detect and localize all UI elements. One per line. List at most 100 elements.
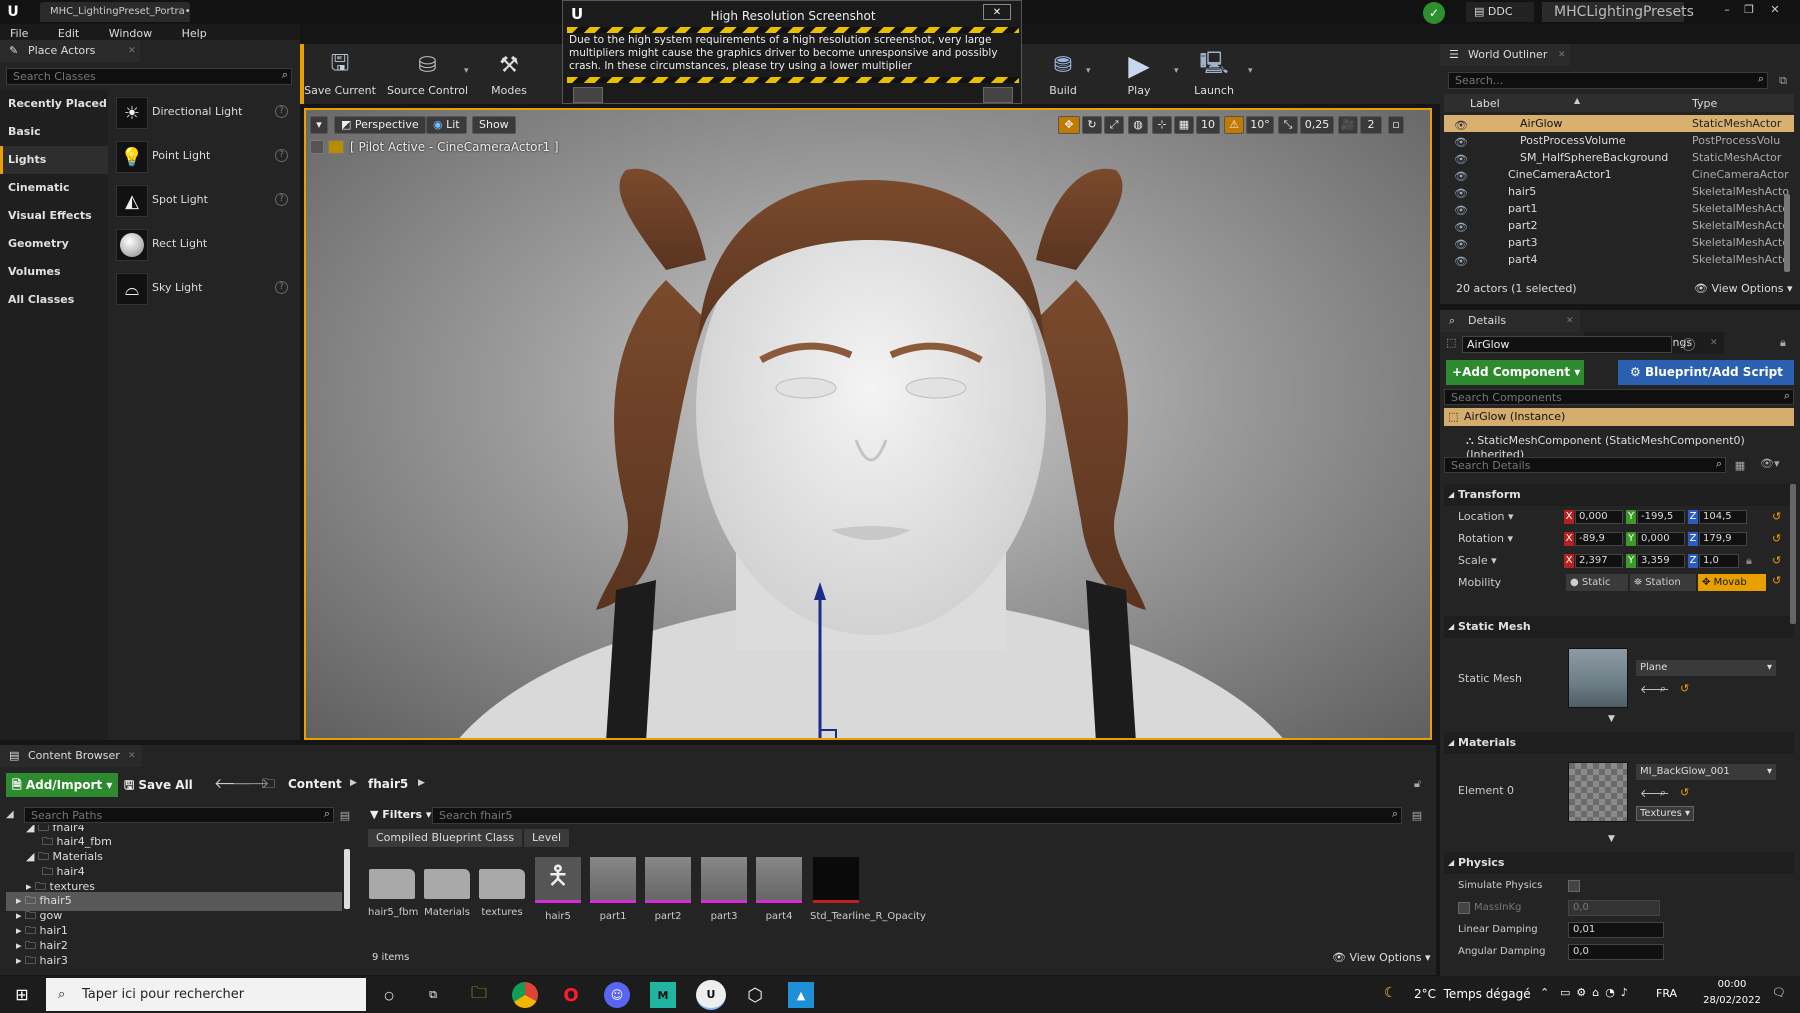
static-mesh-dropdown[interactable]: Plane ▾	[1636, 660, 1776, 676]
notification-icon[interactable]: 🗨	[1772, 986, 1786, 999]
lock-icon[interactable]: 🔓︎	[1414, 777, 1421, 791]
weather-text[interactable]: 2°C Temps dégagé	[1414, 987, 1531, 1001]
source-control-status-icon[interactable]: ✓	[1423, 2, 1445, 24]
details-tab[interactable]: ⌕ Details ✕	[1440, 310, 1580, 332]
blueprint-add-script-button[interactable]: ⚙ Blueprint/Add Script	[1618, 360, 1794, 385]
help-icon[interactable]: ?	[1682, 338, 1695, 351]
document-tab[interactable]: MHC_LightingPreset_Portra•	[40, 2, 191, 22]
cube-app-icon[interactable]: ⬡	[742, 982, 768, 1008]
property-matrix-icon[interactable]: ▦	[1730, 457, 1750, 473]
reset-mobility-icon[interactable]: ↺	[1772, 574, 1781, 587]
outliner-scrollbar[interactable]	[1784, 194, 1790, 272]
outliner-search-input[interactable]	[1448, 72, 1768, 89]
details-search[interactable]: ⌕	[1444, 457, 1726, 473]
component-search[interactable]: ⌕	[1444, 389, 1794, 405]
dialog-left-icon[interactable]	[573, 87, 603, 103]
filters-button[interactable]: ▼ Filters ▾	[370, 807, 431, 823]
category-all-classes[interactable]: All Classes	[0, 286, 108, 314]
tab-close-icon[interactable]: ✕	[128, 40, 136, 62]
scale-x-field[interactable]: 2,397	[1575, 554, 1623, 568]
outliner-row[interactable]: 👁 part1 SkeletalMeshActo	[1444, 200, 1794, 217]
light-item-spot[interactable]: ◭ Spot Light?	[112, 179, 296, 223]
world-outliner-tab[interactable]: ☰ World Outliner ✕	[1440, 44, 1570, 66]
content-view-options[interactable]: 👁 View Options ▾	[1332, 951, 1431, 964]
ddc-indicator[interactable]: ▤ DDC	[1466, 2, 1534, 22]
breadcrumb-more-icon[interactable]: ▶	[418, 778, 425, 788]
textures-dropdown[interactable]: Textures ▾	[1636, 806, 1694, 821]
category-cinematic[interactable]: Cinematic	[0, 174, 108, 202]
tray-icons[interactable]: ▭⚙⌂◔♪	[1560, 986, 1634, 999]
launch-dropdown-icon[interactable]: ▾	[1248, 66, 1253, 76]
class-search-input[interactable]	[6, 68, 292, 85]
static-mesh-section-header[interactable]: ◢ Static Mesh	[1444, 616, 1794, 638]
expand-icon[interactable]: ▼	[1608, 714, 1615, 724]
actor-name-field[interactable]: AirGlow	[1462, 336, 1672, 353]
details-scrollbar[interactable]	[1790, 484, 1796, 624]
reset-rotation-icon[interactable]: ↺	[1772, 532, 1781, 545]
tab-close-icon[interactable]: ✕	[1558, 44, 1566, 66]
source-control-button[interactable]: ⛁ Source Control	[380, 48, 475, 98]
rotation-y-field[interactable]: 0,000	[1637, 532, 1685, 546]
location-z-field[interactable]: 104,5	[1699, 510, 1747, 524]
scale-z-field[interactable]: 1,0	[1699, 554, 1739, 568]
light-item-point[interactable]: 💡 Point Light?	[112, 135, 296, 179]
build-button[interactable]: ⛃ Build	[1033, 48, 1093, 98]
material-dropdown[interactable]: MI_BackGlow_001 ▾	[1636, 764, 1776, 780]
level-viewport[interactable]: ▾ ◩ Perspective ◉ Lit Show [ Pilot Activ…	[304, 108, 1432, 740]
asset-tile[interactable]: hair5_fbm	[368, 857, 418, 918]
category-volumes[interactable]: Volumes	[0, 258, 108, 286]
tree-options-icon[interactable]: ▤	[338, 807, 352, 823]
reset-scale-icon[interactable]: ↺	[1772, 554, 1781, 567]
asset-tile[interactable]: part2	[644, 857, 692, 922]
category-lights[interactable]: Lights	[0, 146, 108, 174]
outliner-row[interactable]: 👁 SM_HalfSphereBackground StaticMeshActor	[1444, 149, 1794, 166]
dialog-right-icon[interactable]	[983, 87, 1013, 103]
visibility-filter-icon[interactable]: 👁▾	[1760, 457, 1780, 470]
category-recently-placed[interactable]: Recently Placed	[0, 90, 108, 118]
tab-close-icon[interactable]: ✕	[1566, 310, 1574, 332]
outliner-search[interactable]: ⌕	[1448, 72, 1768, 89]
mass-checkbox[interactable]	[1458, 902, 1470, 914]
simulate-physics-checkbox[interactable]	[1568, 880, 1580, 892]
maximize-icon[interactable]: ❐	[1740, 2, 1758, 16]
asset-tile[interactable]: textures	[478, 857, 526, 918]
browse-icon[interactable]: ⌕	[1660, 786, 1666, 800]
windows-start-icon[interactable]: ⊞	[0, 976, 44, 1013]
discord-icon[interactable]: ☺	[604, 982, 630, 1008]
place-actors-tab[interactable]: ✎ Place Actors ✕	[0, 40, 140, 62]
help-icon[interactable]: ?	[275, 281, 288, 294]
task-view-icon[interactable]: ⧉	[420, 982, 446, 1008]
clock-date[interactable]: 28/02/2022	[1692, 995, 1772, 1006]
language-indicator[interactable]: FRA	[1656, 987, 1677, 1000]
content-browser-tab[interactable]: ▤ Content Browser ✕	[0, 745, 142, 767]
category-geometry[interactable]: Geometry	[0, 230, 108, 258]
filter-chip-blueprint[interactable]: Compiled Blueprint Class	[368, 829, 523, 847]
photos-app-icon[interactable]: ▲	[788, 982, 814, 1008]
asset-search[interactable]: ⌕	[432, 807, 1402, 824]
asset-options-icon[interactable]: ▤	[1410, 807, 1424, 823]
scale-lock-icon[interactable]: 🔒︎	[1746, 554, 1752, 568]
location-x-field[interactable]: 0,000	[1575, 510, 1623, 524]
add-component-button[interactable]: +Add Component ▾	[1446, 360, 1584, 385]
location-label[interactable]: Location ▾	[1458, 510, 1514, 523]
mobility-movable-button[interactable]: ✥ Movab	[1698, 574, 1766, 591]
light-item-sky[interactable]: ⌓ Sky Light?	[112, 267, 296, 311]
asset-tile[interactable]: Materials	[423, 857, 471, 918]
chrome-icon[interactable]	[512, 982, 538, 1008]
play-dropdown-icon[interactable]: ▾	[1174, 66, 1179, 76]
tab-close-icon[interactable]: ✕	[128, 745, 136, 767]
materials-section-header[interactable]: ◢ Materials	[1444, 732, 1794, 754]
search-details-input[interactable]	[1444, 457, 1726, 473]
asset-tile[interactable]: part3	[700, 857, 748, 922]
asset-tile[interactable]: part1	[589, 857, 637, 922]
outliner-row[interactable]: 👁 part3 SkeletalMeshActo	[1444, 234, 1794, 251]
clock-time[interactable]: 00:00	[1702, 979, 1762, 990]
rotation-x-field[interactable]: -89,9	[1575, 532, 1623, 546]
tree-collapse-icon[interactable]: ◢	[6, 809, 14, 820]
reset-location-icon[interactable]: ↺	[1772, 510, 1781, 523]
modes-button[interactable]: ⚒ Modes	[479, 48, 539, 98]
play-button[interactable]: ▶ Play	[1109, 48, 1169, 98]
outliner-row[interactable]: 👁 PostProcessVolume PostProcessVolu	[1444, 132, 1794, 149]
source-control-dropdown-icon[interactable]: ▾	[464, 66, 469, 76]
scale-y-field[interactable]: 3,359	[1637, 554, 1685, 568]
